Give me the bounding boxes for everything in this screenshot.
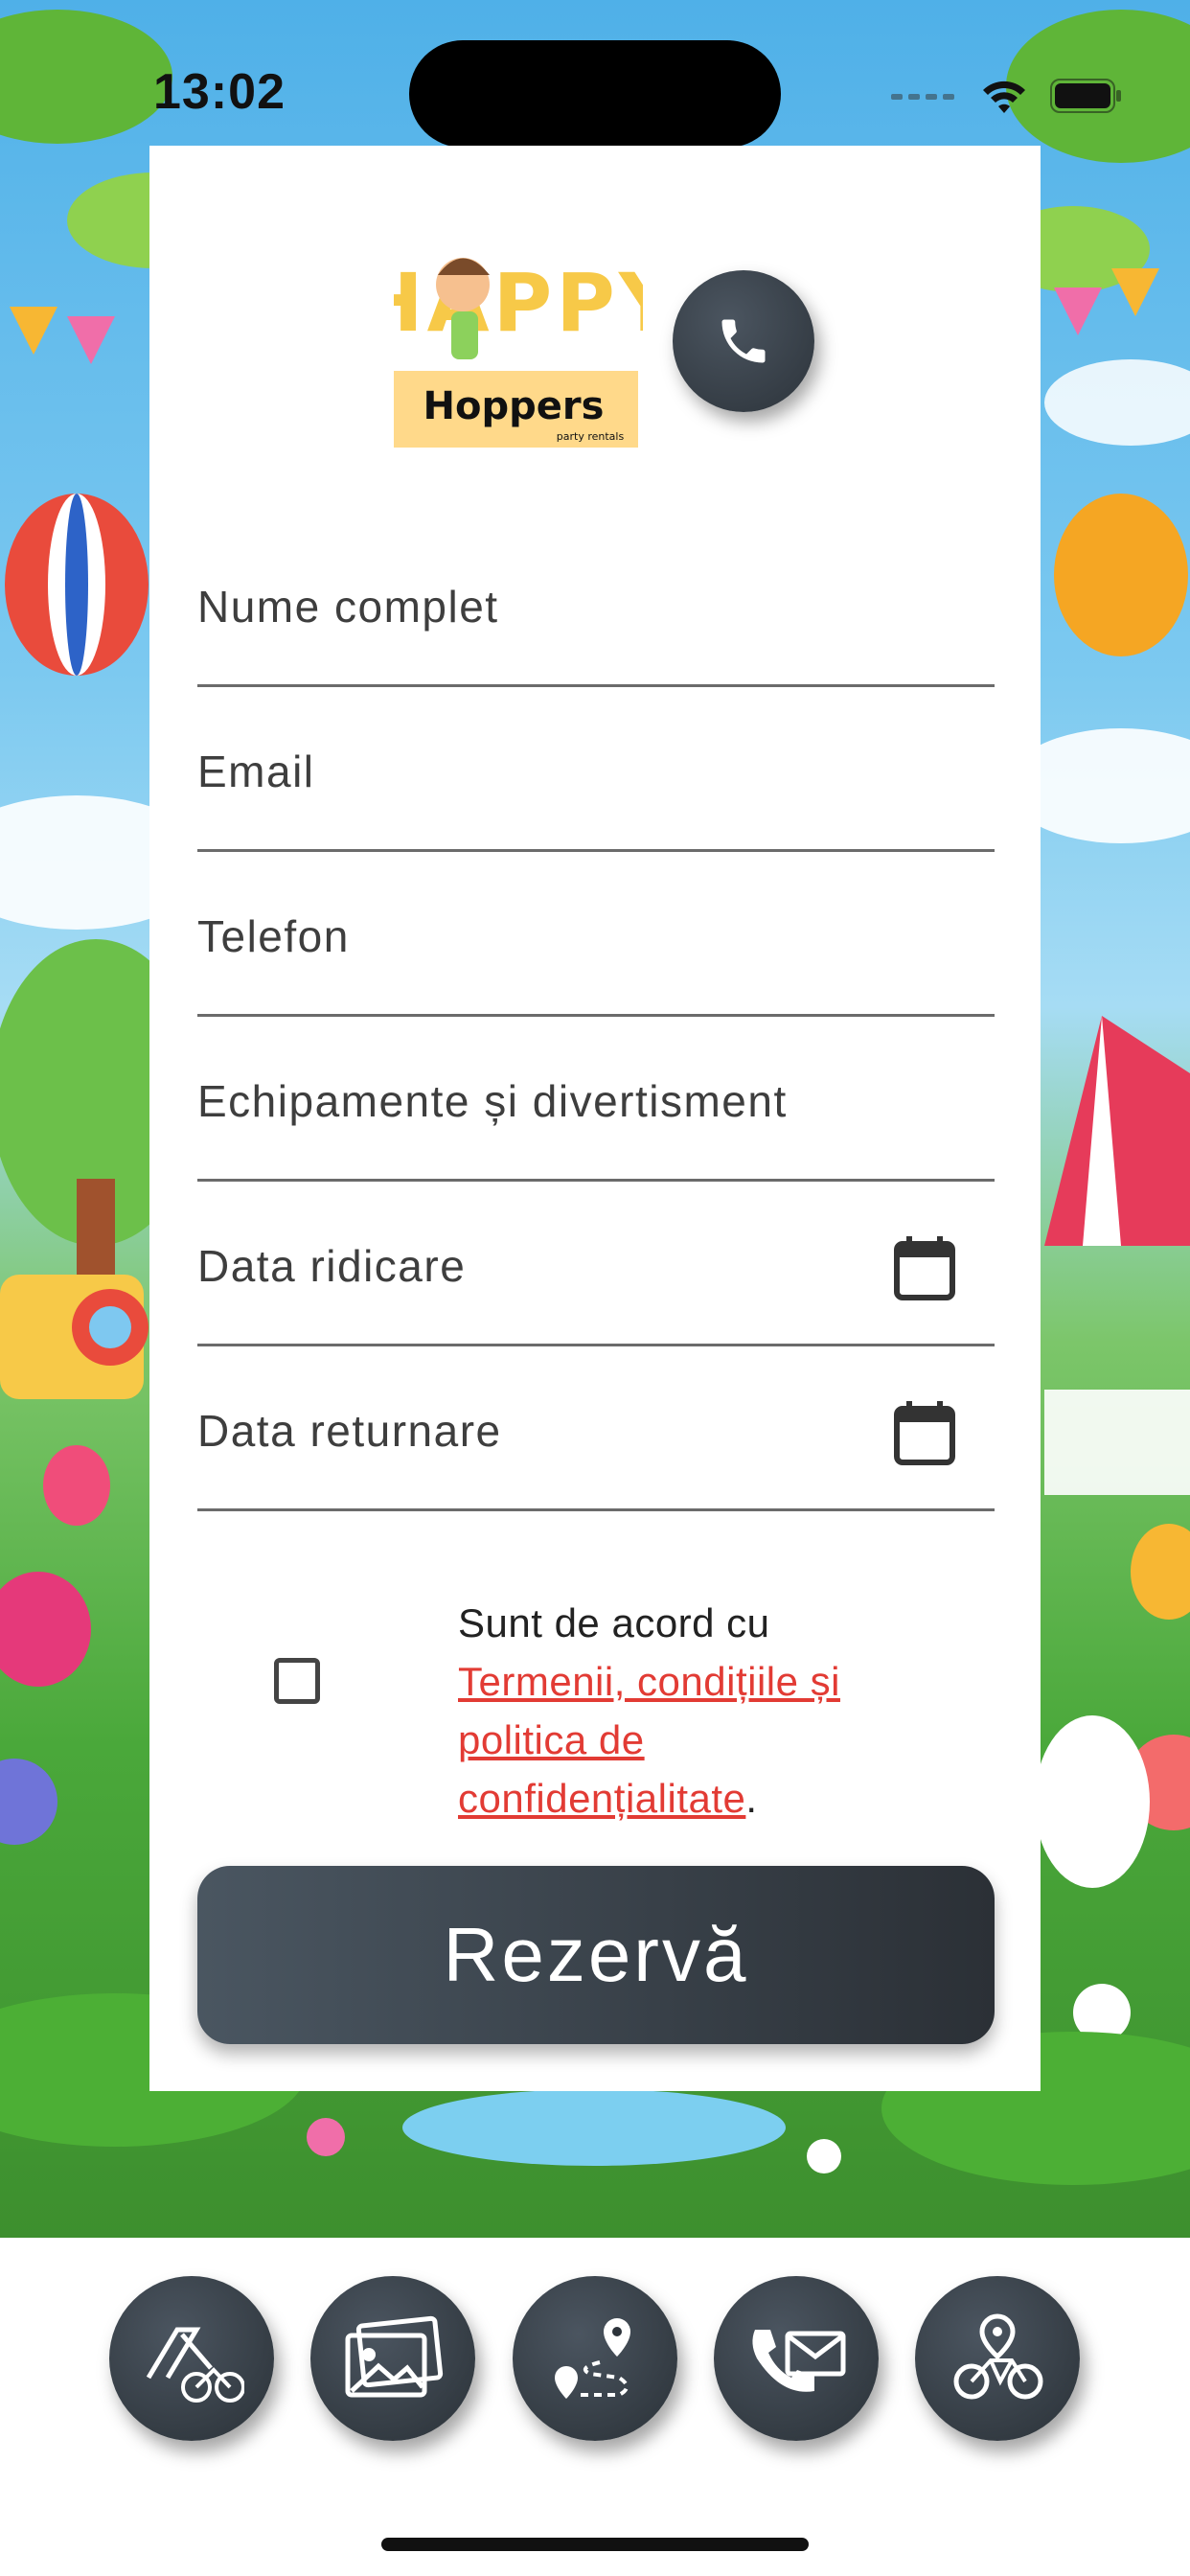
nav-contact-button[interactable]	[714, 2276, 879, 2441]
nav-gallery-button[interactable]	[310, 2276, 475, 2441]
return-date-field[interactable]: Data returnare	[197, 1344, 995, 1511]
phone-icon	[721, 319, 766, 363]
terms-text: Sunt de acord cu Termenii, condițiile și…	[458, 1594, 918, 1828]
phone-label: Telefon	[197, 911, 350, 961]
nav-location-button[interactable]	[915, 2276, 1080, 2441]
email-label: Email	[197, 747, 315, 796]
calendar-icon[interactable]	[893, 1399, 956, 1466]
call-button[interactable]	[673, 270, 814, 412]
gallery-icon	[345, 2315, 444, 2398]
terms-suffix: .	[745, 1776, 758, 1821]
terms-link[interactable]: Termenii, condițiile și politica de conf…	[458, 1659, 840, 1821]
status-time: 13:02	[153, 64, 286, 120]
route-icon	[555, 2318, 630, 2399]
full-name-label: Nume complet	[197, 582, 499, 632]
svg-text:HAPPY: HAPPY	[394, 256, 643, 350]
svg-text:party rentals: party rentals	[557, 430, 625, 443]
phone-field[interactable]: Telefon	[197, 849, 995, 1017]
equipment-label: Echipamente și divertisment	[197, 1076, 788, 1126]
signal-icon	[891, 94, 954, 100]
email-field[interactable]: Email	[197, 684, 995, 852]
nav-route-button[interactable]	[513, 2276, 677, 2441]
return-date-label: Data returnare	[197, 1406, 502, 1456]
home-indicator	[381, 2538, 809, 2551]
terms-agreement: Sunt de acord cu Termenii, condițiile și…	[197, 1550, 995, 1821]
reserve-button[interactable]: Rezervă	[197, 1866, 995, 2044]
equipment-field[interactable]: Echipamente și divertisment	[197, 1014, 995, 1182]
phone-mail-icon	[752, 2330, 846, 2392]
bottom-nav	[0, 2238, 1190, 2576]
calendar-icon[interactable]	[893, 1234, 956, 1301]
booking-card: HAPPY Hoppers party rentals Nume complet…	[149, 146, 1041, 2091]
happy-hoppers-logo: HAPPY Hoppers party rentals	[355, 237, 677, 448]
battery-icon	[1050, 79, 1121, 113]
pickup-date-field[interactable]: Data ridicare	[197, 1179, 995, 1346]
dynamic-island	[409, 40, 781, 148]
terms-prefix: Sunt de acord cu	[458, 1600, 770, 1645]
pickup-date-label: Data ridicare	[197, 1241, 467, 1291]
status-indicators	[891, 77, 1123, 115]
terms-checkbox[interactable]	[274, 1658, 320, 1704]
slide-bike-icon	[146, 2327, 244, 2403]
svg-text:Hoppers: Hoppers	[423, 384, 605, 428]
bike-location-icon	[953, 2313, 1043, 2400]
wifi-icon	[983, 80, 1025, 113]
nav-equipment-button[interactable]	[109, 2276, 274, 2441]
full-name-field[interactable]: Nume complet	[197, 519, 995, 687]
